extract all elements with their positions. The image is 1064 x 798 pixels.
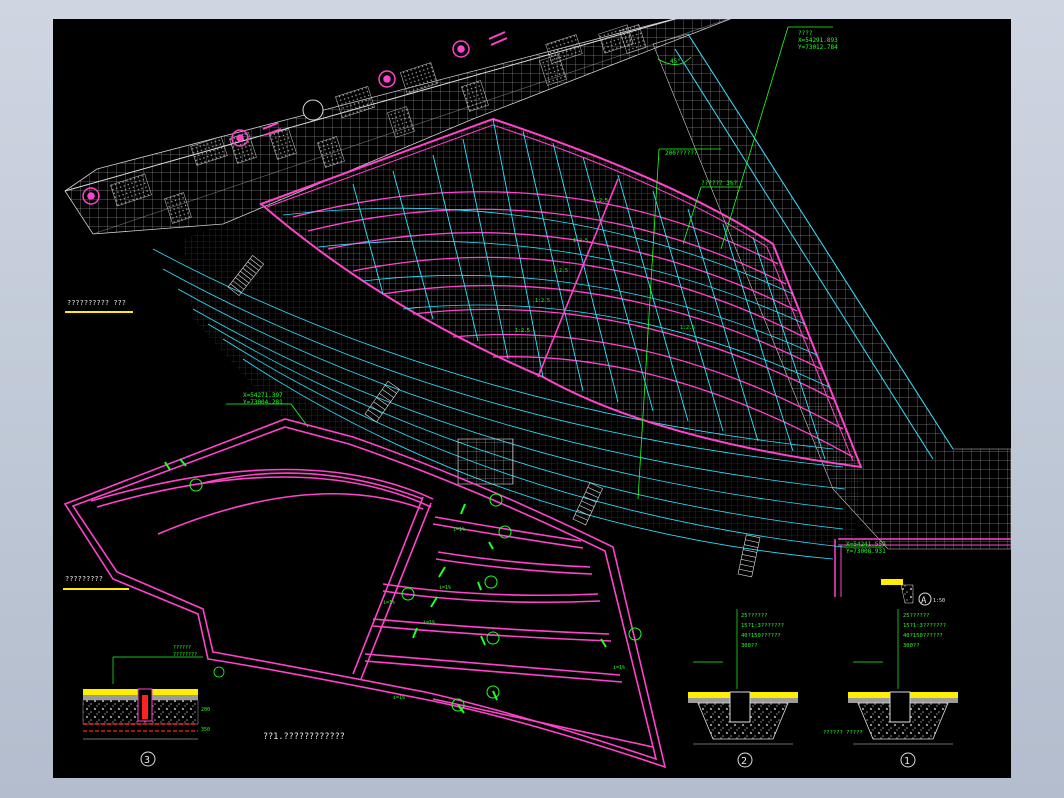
svg-text:300??: 300?? (903, 643, 920, 649)
detail-letter-a: A (921, 596, 927, 606)
cad-drawing-viewport[interactable]: 1:2.5 1:2.5 1:2.5 1:2.5 1:2.5 1:2.5 ???? (53, 19, 1011, 778)
svg-text:350: 350 (201, 727, 210, 733)
plan-title-text: ?????????? ??? (67, 299, 126, 307)
svg-text:1:50: 1:50 (933, 598, 945, 604)
detail-section-1: 1 25?????? 15?1:3??????? 40?150?????? 30… (823, 609, 958, 768)
detail-section-3: 3 ?????? ???????? 200 350 (82, 645, 225, 767)
plan-title: ?????????? ??? (65, 299, 133, 313)
svg-text:i=1%: i=1% (439, 585, 451, 591)
svg-text:i=1%: i=1% (383, 600, 395, 606)
svg-text:i=1%: i=1% (393, 695, 405, 701)
detail-section-a: A 1:50 (881, 579, 945, 606)
svg-text:40?150??????: 40?150?????? (741, 633, 781, 639)
svg-text:1:2.5: 1:2.5 (535, 298, 550, 304)
coord-y-mid: Y=73004.281 (243, 399, 283, 406)
svg-text:??????: ?????? (173, 645, 191, 651)
drain-title-text: ????????? (65, 575, 103, 583)
bottom-note: ??1.???????????? (263, 732, 345, 742)
survey-label-top: ???? (798, 30, 813, 37)
detail-number-3: 3 (144, 755, 150, 766)
svg-text:40?150??????: 40?150?????? (903, 633, 943, 639)
svg-text:1:2.5: 1:2.5 (553, 268, 568, 274)
svg-text:1:2.5: 1:2.5 (593, 198, 608, 204)
svg-text:300??: 300?? (741, 643, 758, 649)
callout-drain: 200?????? (665, 150, 698, 157)
svg-text:25??????: 25?????? (741, 613, 768, 619)
callout-slope: ?????? 3%? (701, 180, 738, 187)
svg-text:1:2.5: 1:2.5 (680, 325, 695, 331)
coord-y-top: Y=73012.784 (798, 44, 838, 51)
cad-drawing: 1:2.5 1:2.5 1:2.5 1:2.5 1:2.5 1:2.5 ???? X… (63, 19, 1011, 769)
angle-label: 45° (670, 58, 681, 65)
svg-text:15?1:3???????: 15?1:3??????? (903, 623, 946, 629)
svg-text:?????? ?????: ?????? ????? (823, 730, 863, 736)
coord-x-top: X=54291.893 (798, 37, 838, 44)
svg-text:i=1%: i=1% (423, 620, 435, 626)
detail-number-2: 2 (741, 756, 747, 767)
cad-window: 1:2.5 1:2.5 1:2.5 1:2.5 1:2.5 1:2.5 ???? (0, 0, 1064, 798)
coord-x-right: X=54241.559 (846, 541, 886, 548)
svg-text:25??????: 25?????? (903, 613, 930, 619)
svg-text:????????: ???????? (173, 652, 197, 658)
detail-section-2: 2 25?????? 15?1:3??????? 40?150?????? 30… (688, 609, 798, 768)
svg-text:1:2.5: 1:2.5 (573, 238, 588, 244)
svg-text:200: 200 (201, 707, 210, 713)
coord-y-right: Y=73008.931 (846, 548, 886, 555)
svg-text:15?1:3???????: 15?1:3??????? (741, 623, 784, 629)
svg-text:1:2.5: 1:2.5 (515, 328, 530, 334)
detail-number-1: 1 (904, 756, 910, 767)
coord-x-mid: X=54271.397 (243, 392, 283, 399)
svg-text:i=1%: i=1% (613, 665, 625, 671)
svg-text:i=1%: i=1% (453, 527, 465, 533)
